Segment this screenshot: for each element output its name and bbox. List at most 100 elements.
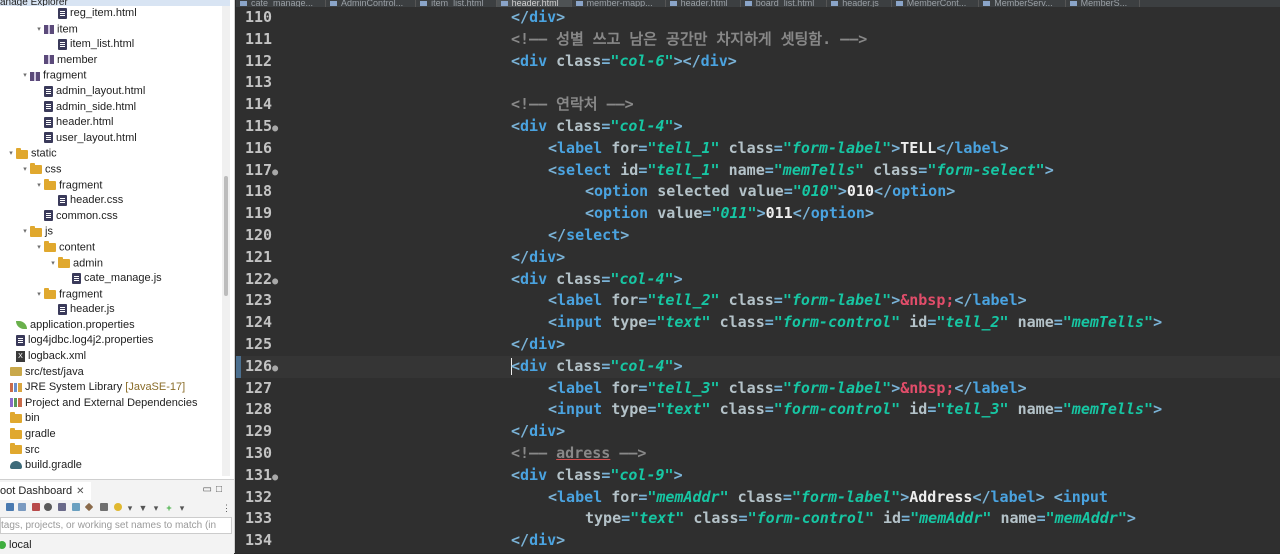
restart-icon[interactable]	[18, 503, 26, 511]
bulb-icon[interactable]	[114, 503, 122, 511]
code-attribute: id	[620, 160, 639, 179]
maximize-icon[interactable]: □	[216, 484, 226, 495]
fold-marker-icon[interactable]: ●	[272, 276, 278, 287]
tree-jre-library[interactable]: JRE System Library [JavaSE-17]	[0, 380, 230, 396]
tree-folder-admin[interactable]: ▾ admin	[0, 256, 230, 272]
editor-tab[interactable]: header.js	[827, 0, 892, 7]
tree-folder-fragment[interactable]: ▾ fragment	[0, 68, 230, 84]
editor-tab[interactable]: MemberCont...	[892, 0, 980, 7]
editor-tab[interactable]: cate_manage...	[236, 0, 327, 7]
expand-chevron-icon[interactable]: ▾	[34, 287, 44, 303]
tree-file-admin-side[interactable]: admin_side.html	[0, 100, 230, 116]
xml-file-icon: X	[16, 350, 25, 362]
expand-chevron-icon[interactable]: ▾	[34, 240, 44, 256]
code-editor[interactable]: cate_manage... AdminControl... item_list.h…	[236, 0, 1280, 553]
start-icon[interactable]	[6, 503, 14, 511]
code-line: 118 <option selected value="010">010</opt…	[236, 181, 1280, 203]
tree-file-header-css[interactable]: header.css	[0, 193, 230, 209]
tree-file-application-properties[interactable]: application.properties	[0, 318, 230, 334]
boot-dashboard-tab[interactable]: oot Dashboard ✕	[0, 482, 91, 500]
add-icon[interactable]: +	[164, 503, 174, 513]
line-number: 121	[245, 247, 285, 271]
code-punctuation: <	[585, 182, 595, 201]
line-number-text: 127	[245, 378, 273, 397]
open-browser-icon[interactable]	[72, 503, 80, 511]
tree-file-admin-layout[interactable]: admin_layout.html	[0, 84, 230, 100]
expand-chevron-icon[interactable]: ▾	[20, 68, 30, 84]
tree-project-dependencies[interactable]: Project and External Dependencies	[0, 396, 230, 412]
tree-item-label: reg_item.html	[70, 7, 137, 19]
close-icon[interactable]: ✕	[76, 486, 84, 497]
expand-chevron-icon[interactable]: ▾	[20, 162, 30, 178]
expand-chevron-icon[interactable]: ▾	[34, 22, 44, 38]
tree-file-log4jdbc[interactable]: log4jdbc.log4j2.properties	[0, 333, 230, 349]
chevron-down-icon[interactable]: ▾	[152, 503, 160, 513]
editor-tab[interactable]: board_list.html	[741, 0, 828, 7]
line-number: 117●	[245, 160, 285, 184]
tree-folder-src-test-java[interactable]: src/test/java	[0, 365, 230, 381]
tree-folder-js-fragment[interactable]: ▾ fragment	[0, 287, 230, 303]
tree-file-cate-manage[interactable]: cate_manage.js	[0, 271, 230, 287]
editor-tab[interactable]: member-mapp...	[572, 0, 666, 7]
tree-folder-js[interactable]: ▾ js	[0, 224, 230, 240]
tree-folder-css-fragment[interactable]: ▾ fragment	[0, 178, 230, 194]
expand-chevron-icon[interactable]: ▾	[34, 178, 44, 194]
minimize-icon[interactable]: ▭	[203, 484, 216, 495]
chevron-down-icon[interactable]: ▾	[178, 503, 186, 513]
editor-tab[interactable]: item_list.html	[416, 0, 497, 7]
console-icon[interactable]	[58, 503, 66, 511]
tree-file-item-list[interactable]: item_list.html	[0, 37, 230, 53]
gradle-icon	[10, 461, 22, 470]
tree-file-logback[interactable]: Xlogback.xml	[0, 349, 230, 365]
code-tag-name: input	[1062, 487, 1108, 506]
expand-chevron-icon[interactable]: ▾	[20, 224, 30, 240]
tree-folder-member[interactable]: member	[0, 53, 230, 69]
line-number-text: 133	[245, 509, 273, 528]
debug-icon[interactable]	[44, 503, 52, 511]
editor-tab[interactable]: MemberServ...	[979, 0, 1066, 7]
tree-file-reg-item[interactable]: reg_item.html	[0, 6, 230, 22]
editor-tab[interactable]: header.html	[496, 0, 572, 7]
tree-folder-src[interactable]: src	[0, 443, 230, 459]
tree-scrollbar-thumb[interactable]	[224, 176, 228, 296]
html-file-icon	[240, 1, 247, 6]
code-punctuation: >	[891, 378, 901, 397]
tree-folder-static[interactable]: ▾ static	[0, 146, 230, 162]
filter-input[interactable]: tags, projects, or working set names to …	[0, 517, 232, 534]
tree-file-common-css[interactable]: common.css	[0, 209, 230, 225]
tree-file-build-gradle[interactable]: build.gradle	[0, 458, 230, 474]
fold-marker-icon[interactable]: ●	[272, 123, 278, 134]
tree-folder-item[interactable]: ▾ item	[0, 22, 230, 38]
tree-folder-bin[interactable]: bin	[0, 411, 230, 427]
code-punctuation: =	[783, 182, 793, 201]
code-tag-name: label	[990, 487, 1036, 506]
local-target[interactable]: local	[0, 537, 32, 553]
tree-file-user-layout[interactable]: user_layout.html	[0, 131, 230, 147]
fold-marker-icon[interactable]: ●	[272, 167, 278, 178]
tree-scrollbar[interactable]	[222, 6, 230, 476]
tree-folder-content[interactable]: ▾ content	[0, 240, 230, 256]
expand-chevron-icon[interactable]: ▾	[6, 146, 16, 162]
tree-file-header-html[interactable]: header.html	[0, 115, 230, 131]
stop-icon[interactable]	[32, 503, 40, 511]
tree-folder-gradle[interactable]: gradle	[0, 427, 230, 443]
code-area[interactable]: 110 </div> 111 <!—— 성별 쓰고 남은 공간만 차지하게 셋팅함. …	[236, 7, 1280, 553]
editor-tab[interactable]: header.html	[666, 0, 741, 7]
properties-icon[interactable]	[100, 503, 108, 511]
editor-tab[interactable]: AdminControl...	[326, 0, 417, 7]
line-number: 134	[245, 530, 285, 554]
expand-chevron-icon[interactable]: ▾	[48, 256, 58, 272]
tree-file-header-js[interactable]: header.js	[0, 302, 230, 318]
view-menu-icon[interactable]: ⋮	[222, 503, 231, 513]
fold-marker-icon[interactable]: ●	[272, 472, 278, 483]
editor-tab[interactable]: MemberS...	[1066, 0, 1141, 7]
project-tree[interactable]: anage Explorer reg_item.html ▾ item item_li…	[0, 0, 230, 476]
filter-icon[interactable]: ▼	[138, 503, 148, 513]
tree-folder-css[interactable]: ▾ css	[0, 162, 230, 178]
chevron-down-icon[interactable]: ▾	[126, 503, 134, 513]
edit-icon[interactable]	[84, 502, 94, 512]
fold-marker-icon[interactable]: ●	[272, 363, 278, 374]
